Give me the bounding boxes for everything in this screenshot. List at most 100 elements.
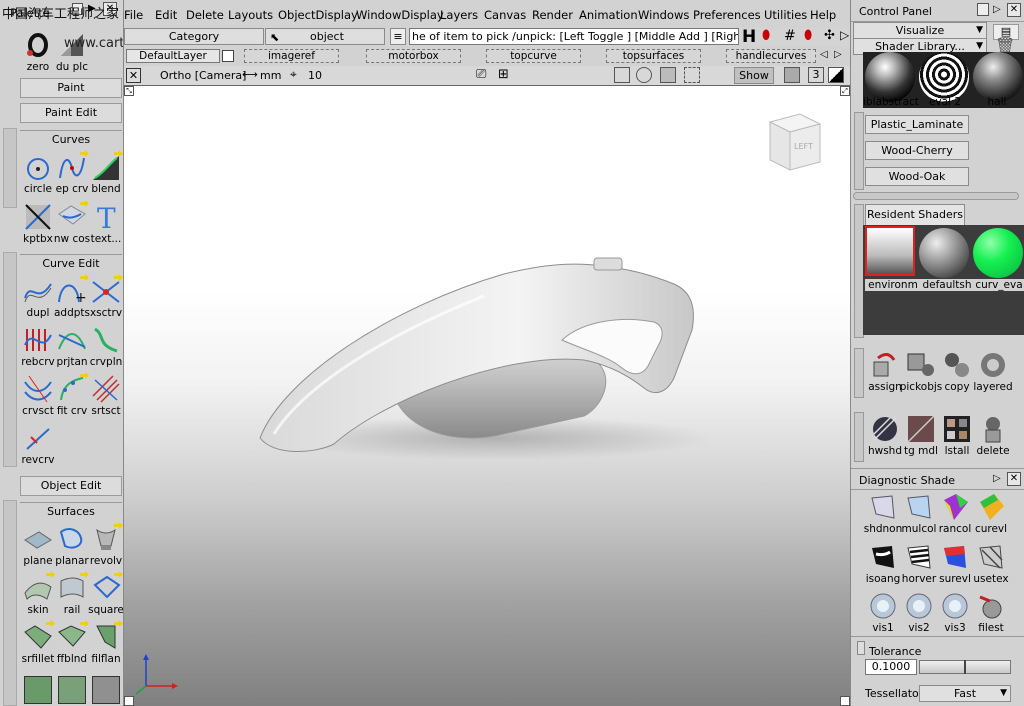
- tool-dupl[interactable]: dupl: [20, 274, 56, 320]
- magnet-icon[interactable]: ⬮: [762, 28, 770, 43]
- tool-crvpln[interactable]: crvpln: [88, 323, 123, 369]
- tool-surevl[interactable]: surevl: [937, 540, 973, 586]
- tool-tg-mdl[interactable]: tg mdl: [903, 412, 939, 458]
- tool-vis1[interactable]: vis1: [865, 589, 901, 635]
- lock-view-icon[interactable]: ⊞: [498, 67, 509, 82]
- grid-snap-icon[interactable]: #: [784, 28, 796, 44]
- render-icon[interactable]: [784, 67, 800, 83]
- tool-ep-crv[interactable]: ep crv: [54, 150, 90, 196]
- menu-edit[interactable]: Edit: [155, 8, 177, 22]
- material-wood-oak[interactable]: Wood-Oak: [865, 167, 969, 186]
- layers-scroll-right-icon[interactable]: ▷: [834, 49, 842, 60]
- tool-curevl[interactable]: curevl: [973, 490, 1009, 536]
- shade-icon[interactable]: [636, 67, 652, 83]
- expand-right-icon[interactable]: ▷: [840, 28, 849, 42]
- shader-swatch-curv-eval[interactable]: [973, 228, 1023, 278]
- tool-ffblnd[interactable]: ffblnd: [54, 620, 90, 666]
- surface-tool-icon[interactable]: [58, 676, 86, 704]
- tool-filest[interactable]: filest: [973, 589, 1009, 635]
- tool-shdnon[interactable]: shdnon: [864, 490, 902, 536]
- tool-fit-crv[interactable]: fit crv: [54, 372, 90, 418]
- layer-topsurfaces[interactable]: topsurfaces: [606, 49, 701, 63]
- section-paint-edit[interactable]: Paint Edit: [20, 103, 122, 123]
- camera-icon[interactable]: ⎚: [476, 67, 486, 82]
- menu-animation[interactable]: Animation: [579, 8, 638, 22]
- tumble-icon[interactable]: [614, 67, 630, 83]
- tool-text[interactable]: T text...: [88, 200, 123, 246]
- viewport-corner-icon[interactable]: [840, 696, 850, 706]
- section-paint[interactable]: Paint: [20, 78, 122, 98]
- menu-file[interactable]: File: [124, 8, 143, 22]
- tool-square[interactable]: square: [88, 571, 123, 617]
- tool-plane[interactable]: plane: [20, 522, 56, 568]
- tool-vis3[interactable]: vis3: [937, 589, 973, 635]
- material-plastic-laminate[interactable]: Plastic_Laminate: [865, 115, 969, 134]
- tessellator-dropdown[interactable]: Fast ▼: [919, 685, 1011, 702]
- tool-zero[interactable]: zero: [20, 28, 56, 74]
- close-icon[interactable]: ✕: [1007, 3, 1021, 17]
- tool-circle[interactable]: circle: [20, 150, 56, 196]
- section-object-edit[interactable]: Object Edit: [20, 476, 122, 496]
- menu-render[interactable]: Render: [532, 8, 573, 22]
- tool-skin[interactable]: skin: [20, 571, 56, 617]
- view-count[interactable]: 3: [808, 67, 824, 83]
- perspective-viewport[interactable]: ⤡ ⤢ LEFT: [124, 86, 850, 706]
- viewcube[interactable]: LEFT: [762, 108, 832, 178]
- menu-preferences[interactable]: Preferences: [693, 8, 761, 22]
- shader-swatch-hall[interactable]: [973, 52, 1023, 102]
- close-icon[interactable]: ✕: [1007, 472, 1021, 486]
- tool-srtsct[interactable]: srtsct: [88, 372, 123, 418]
- tool-du-plc[interactable]: du plc: [54, 28, 90, 74]
- menu-help[interactable]: Help: [810, 8, 836, 22]
- surface-tool-icon[interactable]: [92, 676, 120, 704]
- layer-visibility-checkbox[interactable]: [222, 50, 234, 62]
- layer-default[interactable]: DefaultLayer: [126, 49, 220, 63]
- layer-imageref[interactable]: imageref: [244, 49, 339, 63]
- frame-icon[interactable]: [684, 67, 700, 83]
- menu-window-display[interactable]: WindowDisplay: [356, 8, 444, 22]
- tool-kptbx[interactable]: kptbx: [20, 200, 56, 246]
- handheld-vacuum-model[interactable]: [244, 256, 744, 466]
- menu-layouts[interactable]: Layouts: [228, 8, 273, 22]
- tool-planar[interactable]: planar: [54, 522, 90, 568]
- section-curve-edit[interactable]: Curve Edit: [20, 254, 122, 272]
- slider-handle[interactable]: [964, 660, 966, 674]
- tool-srfillet[interactable]: srfillet: [20, 620, 56, 666]
- menu-windows[interactable]: Windows: [638, 8, 689, 22]
- menu-delete[interactable]: Delete: [186, 8, 224, 22]
- tool-lstall[interactable]: lstall: [939, 412, 975, 458]
- shader-swatch-eval2[interactable]: [919, 52, 969, 102]
- viewport-corner-icon[interactable]: ⤢: [840, 86, 850, 96]
- tool-nw-cos[interactable]: nw cos: [54, 200, 90, 246]
- tool-rebcrv[interactable]: rebcrv: [20, 323, 56, 369]
- category-button[interactable]: Category: [124, 28, 264, 45]
- tool-layered[interactable]: layered: [973, 348, 1013, 394]
- layer-motorbox[interactable]: motorbox: [366, 49, 461, 63]
- tool-prjtan[interactable]: prjtan: [54, 323, 90, 369]
- tool-crvsct[interactable]: crvsct: [20, 372, 56, 418]
- tool-pickobjs[interactable]: pickobjs: [900, 348, 942, 394]
- tool-revolv[interactable]: revolv: [88, 522, 123, 568]
- layers-scroll-left-icon[interactable]: ◁: [820, 49, 828, 60]
- tool-filflan[interactable]: filflan: [88, 620, 123, 666]
- tolerance-input[interactable]: 0.1000: [865, 659, 917, 675]
- tool-mulcol[interactable]: mulcol: [901, 490, 937, 536]
- maximize-icon[interactable]: [828, 67, 844, 83]
- tool-rancol[interactable]: rancol: [937, 490, 973, 536]
- viewport-corner-icon[interactable]: ⤡: [124, 86, 134, 96]
- tool-vis2[interactable]: vis2: [901, 589, 937, 635]
- shader-swatch-default[interactable]: [919, 228, 969, 278]
- tool-xsctrv[interactable]: xsctrv: [88, 274, 123, 320]
- section-curves[interactable]: Curves: [20, 130, 122, 148]
- menu-object-display[interactable]: ObjectDisplay: [278, 8, 358, 22]
- tool-blend[interactable]: blend: [88, 150, 123, 196]
- prompt-line[interactable]: he of item to pick /unpick: [Left Toggle…: [409, 28, 739, 45]
- h-button[interactable]: H: [742, 27, 756, 47]
- show-button[interactable]: Show: [734, 67, 774, 84]
- panel-collapse-icon[interactable]: ▷: [993, 4, 1001, 15]
- tab-resident-shaders[interactable]: Resident Shaders: [865, 204, 965, 225]
- panel-scrollbar[interactable]: [853, 192, 1019, 200]
- material-wood-cherry[interactable]: Wood-Cherry: [865, 141, 969, 160]
- tool-rail[interactable]: rail: [54, 571, 90, 617]
- tool-isoang[interactable]: isoang: [865, 540, 901, 586]
